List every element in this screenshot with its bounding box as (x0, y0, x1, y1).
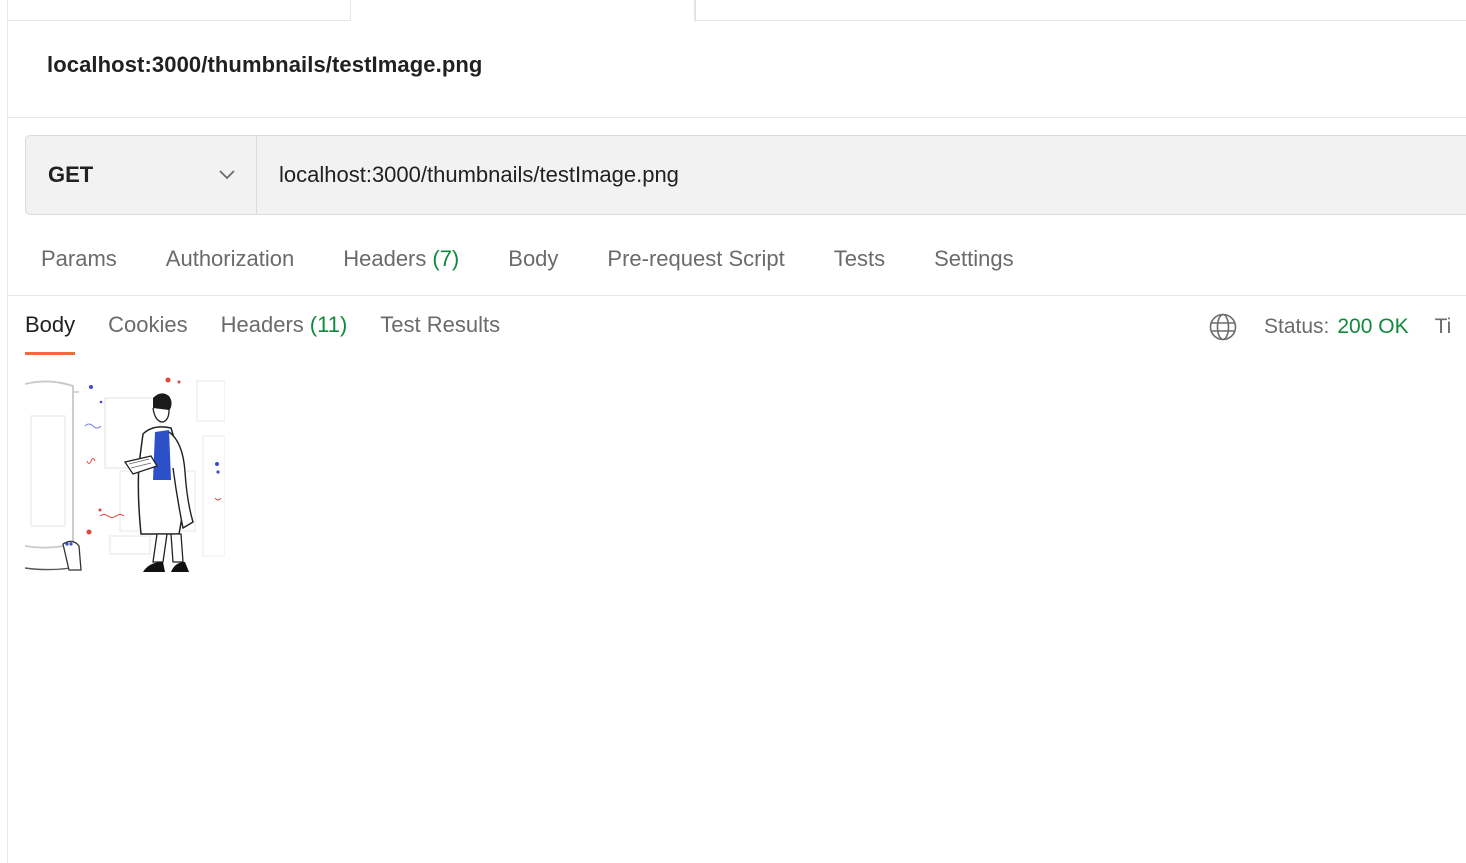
url-bar: GET localhost:3000/thumbnails/testImage.… (25, 135, 1466, 215)
tab-next[interactable] (695, 0, 1466, 21)
response-image-preview (25, 376, 225, 577)
tab-pre-request-script[interactable]: Pre-request Script (607, 246, 784, 280)
response-tab-cookies[interactable]: Cookies (108, 312, 187, 355)
tab-authorization[interactable]: Authorization (166, 246, 294, 280)
divider (8, 117, 1466, 118)
response-tabs: Body Cookies Headers (11) Test Results (25, 312, 533, 355)
url-input[interactable]: localhost:3000/thumbnails/testImage.png (257, 136, 1466, 214)
tab-tests[interactable]: Tests (834, 246, 885, 280)
headers-count: (7) (432, 246, 460, 271)
request-workspace: localhost:3000/thumbnails/testImage.png … (7, 0, 1466, 863)
globe-icon[interactable] (1208, 312, 1238, 342)
method-select[interactable]: GET (26, 136, 257, 214)
time-label[interactable]: Ti (1435, 315, 1452, 339)
tab-params[interactable]: Params (41, 246, 117, 280)
scientist-illustration (25, 377, 225, 572)
request-title[interactable]: localhost:3000/thumbnails/testImage.png (47, 52, 482, 78)
tab-settings[interactable]: Settings (934, 246, 1014, 280)
status-value[interactable]: 200 OK (1337, 315, 1408, 339)
request-tabs: Params Authorization Headers (7) Body Pre… (41, 246, 1063, 280)
response-tab-test-results[interactable]: Test Results (380, 312, 500, 355)
method-label: GET (48, 162, 94, 187)
tab-previous[interactable] (8, 0, 351, 21)
tab-strip (8, 0, 1466, 22)
response-tab-headers[interactable]: Headers (11) (221, 312, 348, 355)
tab-headers[interactable]: Headers (7) (343, 246, 459, 280)
divider (8, 295, 1466, 296)
tab-body[interactable]: Body (508, 246, 558, 280)
response-tab-body[interactable]: Body (25, 312, 76, 355)
chevron-down-icon (219, 170, 235, 180)
response-status: Status: 200 OK Ti (1208, 312, 1451, 342)
response-headers-count: (11) (309, 312, 348, 337)
status-label: Status: (1264, 315, 1330, 338)
tab-active[interactable] (351, 0, 695, 22)
